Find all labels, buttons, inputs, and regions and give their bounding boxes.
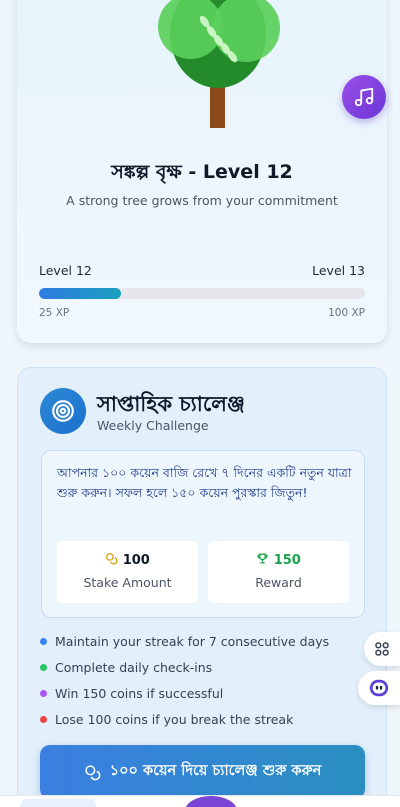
coin-icon [85, 764, 101, 780]
challenge-description: আপনার ১০০ কয়েন বাজি রেখে ৭ দিনের একটি ন… [57, 465, 352, 500]
challenge-description-box: আপনার ১০০ কয়েন বাজি রেখে ৭ দিনের একটি ন… [41, 450, 365, 618]
start-challenge-label: ১০০ কয়েন দিয়ে চ্যালেঞ্জ শুরু করুন [109, 763, 322, 779]
tree-subtitle: A strong tree grows from your commitment [66, 193, 338, 208]
nav-item[interactable] [20, 799, 96, 807]
rule-dot [40, 638, 47, 645]
bot-icon [369, 679, 389, 697]
rule-item: Win 150 coins if successful [40, 686, 223, 701]
grid-button[interactable] [364, 632, 400, 666]
reward-stat: 150 Reward [208, 541, 349, 603]
rule-item: Lose 100 coins if you break the streak [40, 712, 293, 727]
rule-dot [40, 690, 47, 697]
stake-value: 100 [122, 553, 150, 568]
start-challenge-button[interactable]: ১০০ কয়েন দিয়ে চ্যালেঞ্জ শুরু করুন [40, 745, 365, 799]
challenge-subtitle: Weekly Challenge [97, 418, 209, 433]
stake-stat: 100 Stake Amount [57, 541, 198, 603]
rule-dot [40, 664, 47, 671]
xp-current: 25 XP [39, 307, 70, 319]
bottom-navigation [0, 795, 400, 807]
coin-icon [106, 552, 118, 565]
stake-label: Stake Amount [83, 575, 172, 590]
rule-dot [40, 716, 47, 723]
grid-icon [375, 642, 389, 656]
rule-item: Maintain your streak for 7 consecutive d… [40, 634, 329, 649]
nav-center-button[interactable] [185, 796, 237, 807]
xp-max: 100 XP [328, 307, 365, 319]
tree-illustration [140, 0, 280, 130]
xp-progress-bar [39, 288, 365, 299]
trophy-icon [257, 553, 268, 564]
level-current: Level 12 [39, 263, 92, 278]
reward-label: Reward [255, 575, 302, 590]
weekly-challenge-card: সাপ্তাহিক চ্যালেঞ্জ Weekly Challenge আপন… [17, 367, 387, 807]
music-button[interactable] [342, 75, 386, 119]
tree-card: সঙ্কল্প বৃক্ষ - Level 12 A strong tree g… [17, 0, 387, 343]
reward-value: 150 [273, 553, 301, 568]
assistant-button[interactable] [358, 671, 400, 705]
music-note-icon [354, 87, 374, 107]
level-next: Level 13 [312, 263, 365, 278]
xp-progress-fill [39, 288, 121, 299]
tree-title: সঙ্কল্প বৃক্ষ - Level 12 [111, 161, 293, 183]
rule-item: Complete daily check-ins [40, 660, 212, 675]
target-icon [40, 388, 86, 434]
